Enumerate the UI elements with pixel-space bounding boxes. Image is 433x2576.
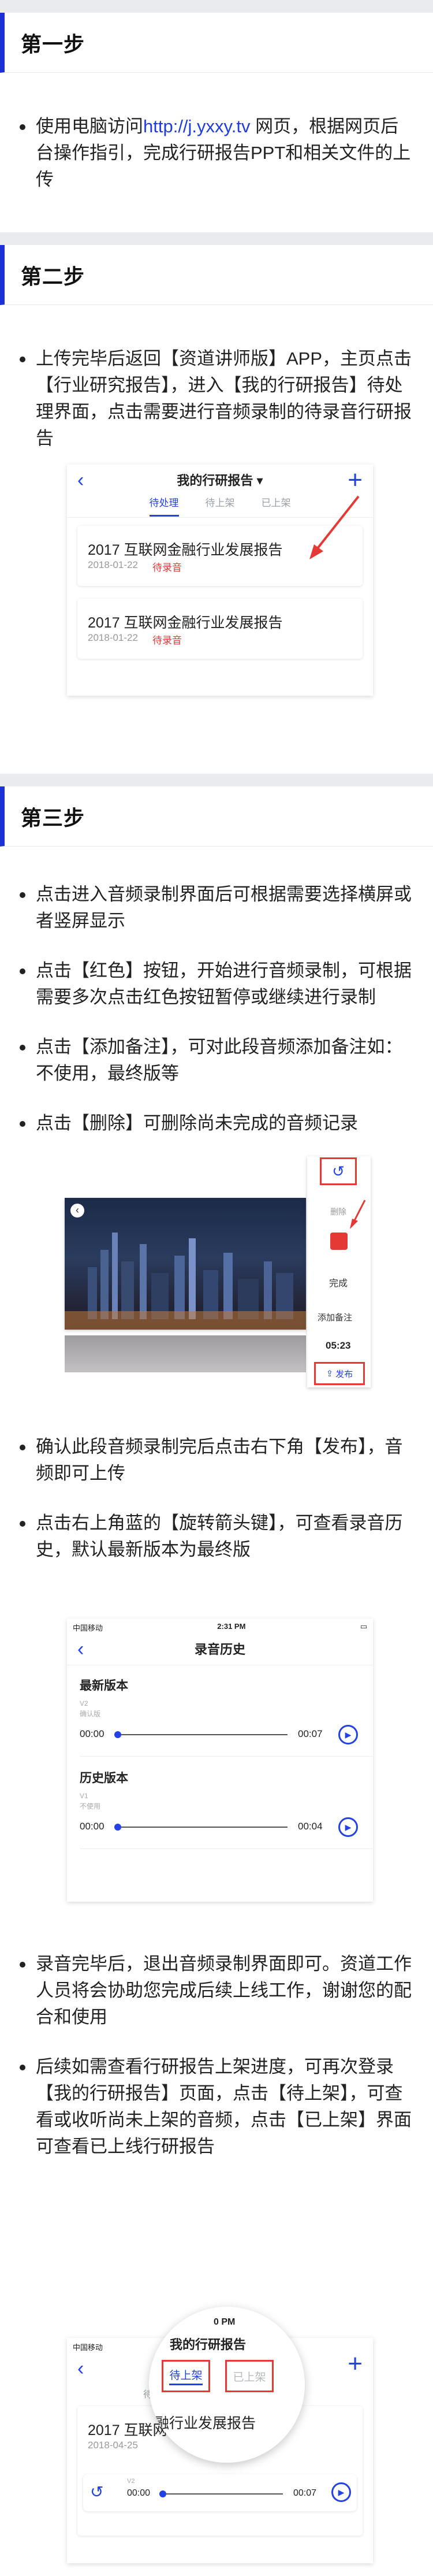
back-icon[interactable]: ‹: [77, 2358, 84, 2380]
zoom-nav-title: 我的行研报告: [170, 2337, 247, 2352]
end-time: 00:04: [298, 1821, 323, 1832]
magnifier-zoom: 0 PM 我的行研报告 待上架 已上架 融行业发展报告: [149, 2307, 305, 2463]
step1-title: 第一步: [21, 32, 85, 56]
version-note: 确认版: [80, 1710, 101, 1718]
recording-history-screen: 中国移动 2:31 PM ▭ ‹ 录音历史 最新版本 V2 确认版 00:00 …: [67, 1619, 373, 1902]
step3-bullets-3: 录音完毕后，退出音频录制界面即可。资道工作人员将会协助您完成后续上线工作，谢谢您…: [0, 1951, 433, 2160]
step2-text: 上传完毕后返回【资道讲师版】APP，主页点击【行业研究报告】，进入【我的行研报告…: [0, 346, 433, 452]
progress-track[interactable]: [114, 1824, 288, 1831]
add-icon[interactable]: +: [348, 2349, 363, 2378]
progress-knob[interactable]: [114, 1824, 121, 1831]
bullet: 点击【删除】可删除尚未完成的音频记录: [0, 1110, 433, 1137]
zoom-tab-published[interactable]: 已上架: [225, 2360, 274, 2392]
done-button[interactable]: 完成: [329, 1275, 348, 1289]
step3-header: 第三步: [0, 786, 433, 847]
upload-icon: ⇪: [326, 1369, 334, 1379]
history-icon[interactable]: ↺: [90, 2482, 103, 2501]
version-note: 不使用: [80, 1802, 101, 1810]
bullet: 后续如需查看行研报告上架进度，可再次登录【我的行研报告】页面，点击【待上架】，可…: [0, 2054, 433, 2160]
pointer-arrow-icon: [309, 495, 360, 559]
step2-section: 第二步 上传完毕后返回【资道讲师版】APP，主页点击【行业研究报告】，进入【我的…: [0, 245, 433, 774]
bullet: 录音完毕后，退出音频录制界面即可。资道工作人员将会协助您完成后续上线工作，谢谢您…: [0, 1951, 433, 2031]
progress-knob[interactable]: [114, 1731, 121, 1738]
divider-band: [0, 232, 433, 245]
progress-knob[interactable]: [159, 2490, 166, 2497]
step2-header: 第二步: [0, 245, 433, 305]
carrier: 中国移动: [73, 2343, 103, 2352]
step1-section: 第一步 使用电脑访问http://j.yxxy.tv 网页，根据网页后台操作指引…: [0, 13, 433, 232]
step3-bullets: 点击进入音频录制界面后可根据需要选择横屏或者竖屏显示 点击【红色】按钮，开始进行…: [0, 881, 433, 1137]
version-label: V1: [80, 1792, 88, 1800]
step1-header: 第一步: [0, 13, 433, 73]
start-time: 00:00: [80, 1821, 104, 1832]
end-time: 00:07: [293, 2488, 317, 2498]
play-button[interactable]: ▶: [338, 1725, 358, 1744]
zoom-tab-to-publish[interactable]: 待上架: [162, 2360, 210, 2392]
row-divider: [80, 1756, 373, 1757]
status-bar: 中国移动 2:31 PM ▭: [73, 1622, 367, 1635]
video-frame: ‹: [65, 1198, 306, 1330]
version-label: V2: [80, 1699, 88, 1708]
play-button[interactable]: ▶: [338, 1817, 358, 1837]
status-clock: 2:31 PM: [217, 1622, 246, 1631]
version-label: V2: [127, 2478, 135, 2485]
back-icon[interactable]: ‹: [77, 1638, 84, 1661]
video-reflection: [65, 1335, 306, 1372]
bullet: 点击进入音频录制界面后可根据需要选择横屏或者竖屏显示: [0, 881, 433, 934]
play-button[interactable]: ▶: [331, 2482, 351, 2502]
start-time: 00:00: [127, 2488, 151, 2498]
carrier: 中国移动: [73, 1624, 103, 1632]
audio-row: ↺ V2 00:00 00:07 ▶: [83, 2474, 357, 2511]
pointer-arrow-icon: [350, 1200, 366, 1229]
battery-icon: ▭: [360, 1622, 367, 1631]
add-note-button[interactable]: 添加备注: [318, 1311, 352, 1323]
zoom-report-title: 融行业发展报告: [155, 2415, 256, 2432]
step1-text: 使用电脑访问http://j.yxxy.tv 网页，根据网页后台操作指引，完成行…: [0, 113, 433, 193]
my-reports-screen: ‹ 我的行研报告 ▾ + 待处理 待上架 已上架 2017 互联网金融行业发展报…: [67, 465, 373, 696]
end-time: 00:07: [298, 1728, 323, 1739]
admin-url-link[interactable]: http://j.yxxy.tv: [143, 116, 250, 136]
elapsed-time: 05:23: [326, 1340, 351, 1351]
recording-side-panel: ↺ 删除 完成 添加备注 05:23 ⇪ 发布: [307, 1156, 371, 1387]
bullet: 点击右上角蓝的【旋转箭头键】，可查看录音历史，默认最新版本为最终版: [0, 1510, 433, 1563]
step3-title: 第三步: [21, 806, 85, 830]
bullet: 点击【添加备注】，可对此段音频添加备注如：不使用，最终版等: [0, 1034, 433, 1087]
bullet: 点击【红色】按钮，开始进行音频录制，可根据需要多次点击红色按钮暂停或继续进行录制: [0, 957, 433, 1011]
city-skyline-image: [65, 1233, 306, 1330]
bullet: 确认此段音频录制完后点击右下角【发布】，音频即可上传: [0, 1434, 433, 1487]
step2-title: 第二步: [21, 264, 85, 288]
top-band: [0, 0, 433, 13]
nav-title: 录音历史: [194, 1642, 245, 1657]
start-time: 00:00: [80, 1728, 104, 1739]
recording-screen: ‹ ↺ 删除 完成 添加备注 05:23 ⇪ 发布: [65, 1156, 371, 1387]
step3-bullets-2: 确认此段音频录制完后点击右下角【发布】，音频即可上传 点击右上角蓝的【旋转箭头键…: [0, 1434, 433, 1563]
report-date: 2018-04-25: [88, 2440, 138, 2451]
publish-label: 发布: [335, 1369, 353, 1379]
to-publish-screen: 中国移动 ‹ + 待处理 2017 互联网金融 2018-04-25 ↺ V2 …: [67, 2307, 373, 2563]
latest-version-heading: 最新版本: [80, 1679, 128, 1692]
zoom-clock: 0 PM: [214, 2317, 236, 2327]
progress-track[interactable]: [114, 1731, 288, 1738]
history-version-heading: 历史版本: [80, 1772, 128, 1785]
nav-bar: ‹ 录音历史: [67, 1634, 373, 1664]
divider-band: [0, 774, 433, 786]
progress-track[interactable]: [159, 2490, 283, 2497]
publish-button[interactable]: ⇪ 发布: [314, 1362, 365, 1385]
step3-section: 第三步 点击进入音频录制界面后可根据需要选择横屏或者竖屏显示 点击【红色】按钮，…: [0, 786, 433, 2576]
